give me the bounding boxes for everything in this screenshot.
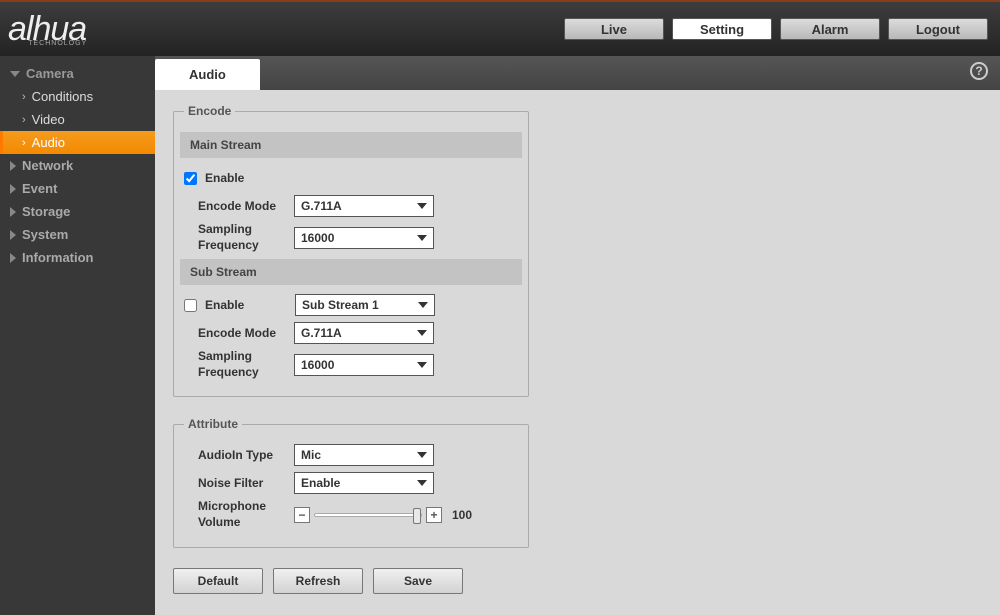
main-encode-mode-label: Encode Mode [184, 199, 294, 213]
sidebar-item-video[interactable]: › Video [0, 108, 155, 131]
sidebar-label-storage: Storage [22, 204, 70, 219]
sidebar: Camera › Conditions › Video › Audio Netw… [0, 56, 155, 615]
main-encode-mode-select[interactable]: G.711A [294, 195, 434, 217]
sidebar-label-camera: Camera [26, 66, 74, 81]
dropdown-icon [417, 362, 427, 368]
nav-setting[interactable]: Setting [672, 18, 772, 40]
sidebar-label-system: System [22, 227, 68, 242]
sidebar-group-system[interactable]: System [0, 223, 155, 246]
sidebar-item-audio[interactable]: › Audio [0, 131, 155, 154]
volume-plus-button[interactable]: + [426, 507, 442, 523]
select-value: Sub Stream 1 [302, 298, 379, 312]
sub-enable-label: Enable [205, 298, 295, 312]
sidebar-group-network[interactable]: Network [0, 154, 155, 177]
sidebar-item-label: Audio [32, 135, 65, 150]
nav-logout[interactable]: Logout [888, 18, 988, 40]
chevron-right-icon: › [22, 137, 26, 149]
sub-sampling-label: Sampling Frequency [184, 349, 294, 380]
top-nav: Live Setting Alarm Logout [564, 18, 988, 40]
attribute-panel: Attribute AudioIn Type Mic Noise Filter … [173, 417, 529, 547]
attribute-legend: Attribute [184, 417, 242, 431]
sub-encode-mode-label: Encode Mode [184, 326, 294, 340]
brand-sub: TECHNOLOGY [28, 40, 87, 47]
dropdown-icon [417, 480, 427, 486]
volume-value: 100 [452, 508, 472, 522]
sidebar-group-information[interactable]: Information [0, 246, 155, 269]
chevron-right-icon: › [22, 114, 26, 126]
caret-right-icon [10, 253, 16, 263]
save-button[interactable]: Save [373, 568, 463, 594]
sidebar-group-event[interactable]: Event [0, 177, 155, 200]
dropdown-icon [417, 203, 427, 209]
top-bar: alhua TECHNOLOGY Live Setting Alarm Logo… [0, 0, 1000, 56]
caret-right-icon [10, 184, 16, 194]
dropdown-icon [417, 452, 427, 458]
tab-strip: Audio ? [155, 56, 1000, 90]
sidebar-label-information: Information [22, 250, 94, 265]
audioin-select[interactable]: Mic [294, 444, 434, 466]
main-sampling-label: Sampling Frequency [184, 222, 294, 253]
sidebar-item-label: Video [32, 112, 65, 127]
main-stream-header: Main Stream [180, 132, 522, 158]
main-sampling-select[interactable]: 16000 [294, 227, 434, 249]
action-buttons: Default Refresh Save [173, 568, 982, 594]
audioin-label: AudioIn Type [184, 448, 294, 462]
volume-slider[interactable] [314, 513, 422, 517]
dropdown-icon [418, 302, 428, 308]
mic-volume-label: Microphone Volume [184, 499, 294, 530]
sub-encode-mode-select[interactable]: G.711A [294, 322, 434, 344]
help-icon[interactable]: ? [970, 62, 988, 80]
dropdown-icon [417, 330, 427, 336]
tab-audio[interactable]: Audio [155, 59, 260, 90]
noise-filter-label: Noise Filter [184, 476, 294, 490]
sidebar-item-conditions[interactable]: › Conditions [0, 85, 155, 108]
volume-slider-thumb[interactable] [413, 508, 421, 524]
select-value: Enable [301, 476, 340, 490]
encode-panel: Encode Main Stream Enable Encode Mode G.… [173, 104, 529, 397]
caret-down-icon [10, 71, 20, 77]
sub-stream-select[interactable]: Sub Stream 1 [295, 294, 435, 316]
noise-filter-select[interactable]: Enable [294, 472, 434, 494]
sub-stream-header: Sub Stream [180, 259, 522, 285]
encode-legend: Encode [184, 104, 235, 118]
sidebar-label-event: Event [22, 181, 57, 196]
sidebar-group-camera[interactable]: Camera [0, 62, 155, 85]
nav-live[interactable]: Live [564, 18, 664, 40]
select-value: 16000 [301, 231, 334, 245]
brand-logo: alhua TECHNOLOGY [8, 10, 87, 49]
chevron-right-icon: › [22, 91, 26, 103]
sub-sampling-select[interactable]: 16000 [294, 354, 434, 376]
sidebar-label-network: Network [22, 158, 73, 173]
main-enable-label: Enable [205, 171, 244, 185]
caret-right-icon [10, 230, 16, 240]
main-enable-checkbox[interactable] [184, 172, 197, 185]
sidebar-group-storage[interactable]: Storage [0, 200, 155, 223]
nav-alarm[interactable]: Alarm [780, 18, 880, 40]
caret-right-icon [10, 207, 16, 217]
select-value: Mic [301, 448, 321, 462]
sidebar-item-label: Conditions [32, 89, 93, 104]
content-area: Encode Main Stream Enable Encode Mode G.… [155, 90, 1000, 615]
default-button[interactable]: Default [173, 568, 263, 594]
caret-right-icon [10, 161, 16, 171]
volume-minus-button[interactable]: − [294, 507, 310, 523]
sub-enable-checkbox[interactable] [184, 299, 197, 312]
select-value: G.711A [301, 199, 342, 213]
refresh-button[interactable]: Refresh [273, 568, 363, 594]
select-value: 16000 [301, 358, 334, 372]
dropdown-icon [417, 235, 427, 241]
select-value: G.711A [301, 326, 342, 340]
